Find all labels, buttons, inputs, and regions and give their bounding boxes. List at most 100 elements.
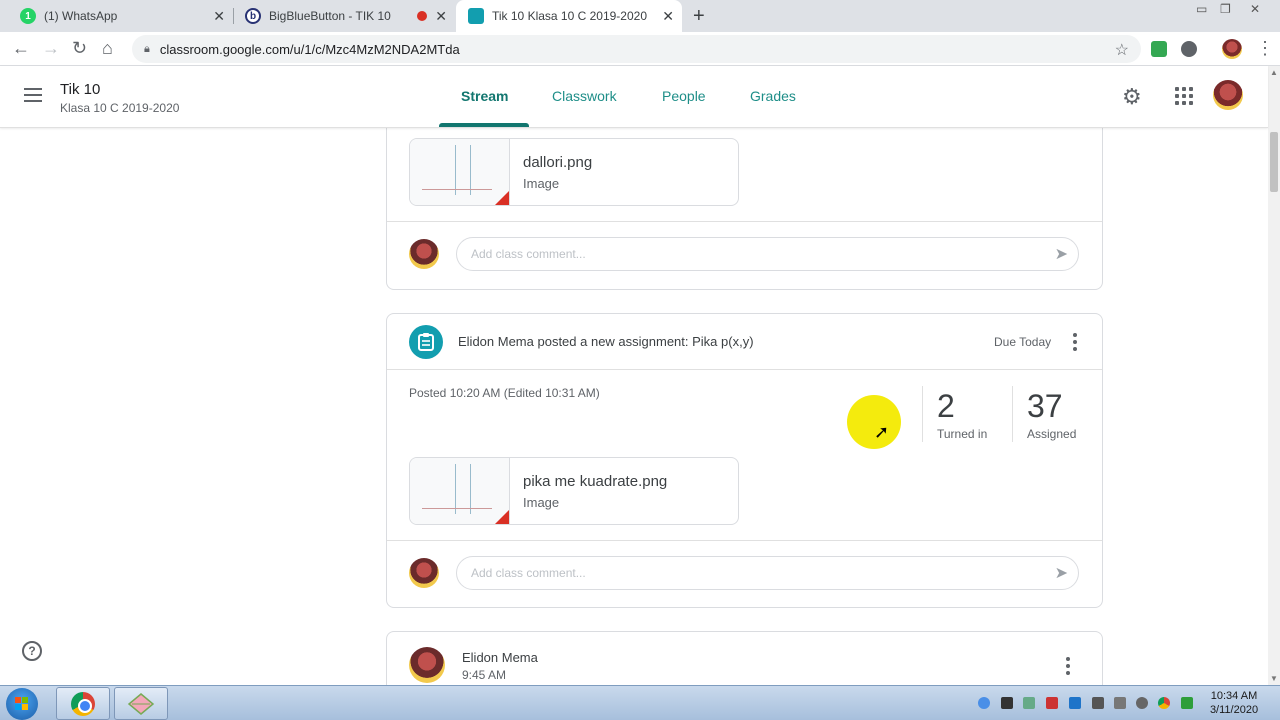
help-icon[interactable]: ? (22, 641, 42, 661)
divider (387, 221, 1102, 222)
turned-in-count[interactable]: 2 (937, 388, 955, 425)
attachment-card[interactable]: pika me kuadrate.png Image (409, 457, 739, 525)
announcement-time: 9:45 AM (462, 668, 507, 682)
more-vert-icon[interactable] (1067, 333, 1083, 351)
windows-logo-icon (15, 697, 29, 711)
restore-button[interactable]: ❐ (1220, 2, 1231, 16)
stat-separator (922, 386, 923, 442)
profile-avatar[interactable] (1222, 39, 1242, 59)
browser-toolbar: ← → ↻ ⌂ 🔒︎ classroom.google.com/u/1/c/Mz… (0, 32, 1280, 66)
class-comment-input[interactable] (471, 566, 1031, 580)
close-tab-icon[interactable]: ✕ (213, 8, 225, 25)
assignment-title[interactable]: Elidon Mema posted a new assignment: Pik… (458, 334, 754, 349)
tray-icon[interactable] (1181, 697, 1193, 709)
chrome-menu-icon[interactable]: ⋮ (1256, 38, 1274, 59)
close-tab-icon[interactable]: ✕ (435, 8, 447, 25)
scroll-down-arrow[interactable]: ▼ (1270, 674, 1278, 683)
taskbar-clock[interactable]: 10:34 AM 3/11/2020 (1206, 689, 1262, 717)
attachment-type: Image (523, 495, 560, 510)
whatsapp-icon: 1 (20, 8, 36, 24)
divider (387, 540, 1102, 541)
tray-icon[interactable] (1046, 697, 1058, 709)
attachment-type: Image (523, 176, 560, 191)
tab-classwork[interactable]: Classwork (552, 88, 617, 104)
class-comment-box[interactable]: ➤ (456, 237, 1079, 271)
tab-whatsapp[interactable]: 1 (1) WhatsApp ✕ (8, 0, 233, 32)
address-bar[interactable]: 🔒︎ classroom.google.com/u/1/c/Mzc4MzM2ND… (132, 35, 1141, 63)
tab-grades[interactable]: Grades (750, 88, 796, 104)
extension-icon[interactable] (1181, 41, 1197, 57)
send-icon[interactable]: ➤ (1055, 563, 1068, 583)
url-text: classroom.google.com/u/1/c/Mzc4MzM2NDA2M… (159, 41, 460, 57)
more-vert-icon[interactable] (1060, 657, 1076, 675)
classroom-icon (468, 8, 484, 24)
attachment-name: pika me kuadrate.png (523, 473, 668, 490)
stream-post-card: dallori.png Image ➤ (386, 118, 1103, 290)
tab-stream[interactable]: Stream (461, 88, 508, 104)
mouse-cursor-icon: ➚ (874, 422, 890, 442)
chrome-icon (71, 691, 95, 716)
bookmark-star-icon[interactable]: ☆ (1115, 40, 1129, 60)
attachment-name: dallori.png (523, 154, 593, 171)
forward-button[interactable]: → (42, 38, 60, 59)
minimize-button[interactable]: ▭ (1196, 2, 1207, 16)
tray-icon[interactable] (1023, 697, 1035, 709)
account-avatar[interactable] (1213, 80, 1243, 110)
class-comment-input[interactable] (471, 247, 1031, 261)
assignment-icon[interactable] (409, 325, 443, 359)
app-icon (127, 692, 155, 715)
send-icon[interactable]: ➤ (1055, 244, 1068, 264)
classroom-extension-icon[interactable] (1151, 41, 1167, 57)
active-tab-indicator (439, 123, 529, 127)
close-tab-icon[interactable]: ✕ (662, 8, 674, 25)
announcement-author: Elidon Mema (462, 650, 538, 665)
lock-icon: 🔒︎ (144, 42, 150, 55)
tab-classroom[interactable]: Tik 10 Klasa 10 C 2019-2020 ✕ (456, 0, 682, 32)
network-icon[interactable] (1114, 697, 1126, 709)
close-window-button[interactable]: ✕ (1250, 2, 1260, 16)
page-scrollbar[interactable]: ▲ ▼ (1268, 66, 1280, 686)
tab-people[interactable]: People (662, 88, 706, 104)
tray-icon[interactable] (1069, 697, 1081, 709)
back-button[interactable]: ← (12, 38, 30, 59)
avatar (409, 239, 439, 269)
recording-icon (417, 11, 427, 21)
home-button[interactable]: ⌂ (102, 38, 113, 59)
tray-icon[interactable] (1092, 697, 1104, 709)
chrome-tray-icon[interactable] (1158, 697, 1170, 709)
start-button[interactable] (6, 688, 38, 720)
tab-bigbluebutton[interactable]: b BigBlueButton - TIK 10 ✕ (233, 0, 455, 32)
scrollbar-thumb[interactable] (1270, 132, 1278, 192)
gear-icon[interactable]: ⚙ (1122, 84, 1142, 110)
menu-icon[interactable] (24, 88, 42, 102)
assigned-count[interactable]: 37 (1027, 388, 1063, 425)
taskbar-app[interactable] (114, 687, 168, 720)
attachment-thumbnail (410, 458, 510, 524)
volume-icon[interactable] (1136, 697, 1148, 709)
posted-time: Posted 10:20 AM (Edited 10:31 AM) (409, 386, 600, 400)
scroll-up-arrow[interactable]: ▲ (1270, 68, 1278, 77)
apps-icon[interactable] (1175, 87, 1193, 105)
divider (387, 369, 1102, 370)
clock-time: 10:34 AM (1210, 690, 1258, 702)
new-tab-button[interactable]: + (693, 5, 705, 28)
avatar (409, 647, 445, 683)
bigbluebutton-icon: b (245, 8, 261, 24)
avatar (409, 558, 439, 588)
tray-icon[interactable] (978, 697, 990, 709)
taskbar-chrome[interactable] (56, 687, 110, 720)
tab-title: Tik 10 Klasa 10 C 2019-2020 (492, 9, 647, 23)
attachment-card[interactable]: dallori.png Image (409, 138, 739, 206)
tab-title: BigBlueButton - TIK 10 (269, 9, 391, 23)
course-title[interactable]: Tik 10 (60, 81, 100, 98)
due-date: Due Today (994, 335, 1052, 349)
tab-title: (1) WhatsApp (44, 9, 118, 23)
browser-tab-strip: 1 (1) WhatsApp ✕ b BigBlueButton - TIK 1… (0, 0, 1280, 32)
tray-icon[interactable] (1001, 697, 1013, 709)
course-subtitle: Klasa 10 C 2019-2020 (60, 101, 180, 115)
classroom-header: Tik 10 Klasa 10 C 2019-2020 Stream Class… (0, 66, 1268, 128)
assignment-card: Elidon Mema posted a new assignment: Pik… (386, 313, 1103, 608)
windows-taskbar: 10:34 AM 3/11/2020 (0, 685, 1280, 720)
reload-button[interactable]: ↻ (72, 38, 87, 59)
class-comment-box[interactable]: ➤ (456, 556, 1079, 590)
